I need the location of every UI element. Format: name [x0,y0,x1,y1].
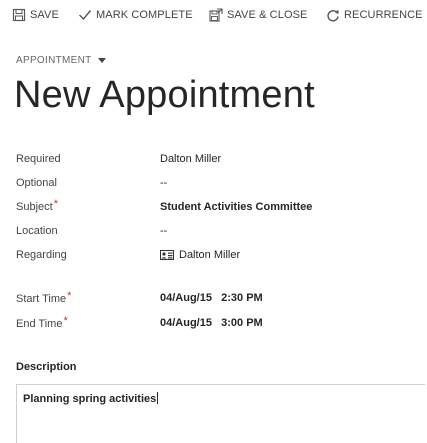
start-time-label: Start Time* [16,290,72,305]
recurrence-button[interactable]: RECURRENCE [326,7,423,23]
regarding-link[interactable]: Dalton Miller [179,249,240,261]
page-title: New Appointment [14,74,315,116]
contact-card-icon [160,250,174,260]
recurrence-label: RECURRENCE [344,9,423,21]
save-label: SAVE [30,9,59,21]
mark-complete-label: MARK COMPLETE [96,9,193,21]
chevron-down-icon [97,58,106,63]
start-date[interactable]: 04/Aug/15 [160,292,212,304]
end-time-label-text: End Time [16,318,63,330]
location-value[interactable]: -- [160,225,167,237]
subject-label: Subject* [16,198,58,213]
description-textarea[interactable]: Planning spring activities [16,384,425,443]
save-button[interactable]: SAVE [12,7,59,23]
regarding-label: Regarding [16,249,67,261]
save-close-icon [209,8,223,22]
start-time[interactable]: 2:30 PM [221,292,263,304]
refresh-icon [326,8,340,22]
required-label: Required [16,153,61,165]
regarding-value[interactable]: Dalton Miller [160,249,240,261]
entity-type-label: APPOINTMENT [16,55,92,66]
required-marker: * [63,315,68,327]
start-time-label-text: Start Time [16,293,67,305]
end-time-value[interactable]: 04/Aug/15 3:00 PM [160,317,263,329]
end-time[interactable]: 3:00 PM [221,317,263,329]
command-bar: SAVE MARK COMPLETE SAVE & CLOSE RECURREN… [0,0,427,30]
required-marker: * [67,290,72,302]
optional-attendees-value[interactable]: -- [160,177,167,189]
end-time-label: End Time* [16,315,68,330]
required-attendees-value[interactable]: Dalton Miller [160,153,221,165]
location-label: Location [16,225,58,237]
description-text: Planning spring activities [23,393,157,405]
save-and-close-label: SAVE & CLOSE [227,9,308,21]
text-cursor [157,392,159,404]
subject-value[interactable]: Student Activities Committee [160,201,312,213]
save-and-close-button[interactable]: SAVE & CLOSE [209,7,307,23]
subject-label-text: Subject [16,201,53,213]
mark-complete-button[interactable]: MARK COMPLETE [78,7,193,23]
required-marker: * [53,198,58,210]
end-date[interactable]: 04/Aug/15 [160,317,212,329]
description-heading: Description [16,361,77,373]
entity-type-selector[interactable]: APPOINTMENT [16,55,106,66]
save-icon [12,8,26,22]
start-time-value[interactable]: 04/Aug/15 2:30 PM [160,292,263,304]
optional-label: Optional [16,177,57,189]
checkmark-icon [78,8,92,22]
